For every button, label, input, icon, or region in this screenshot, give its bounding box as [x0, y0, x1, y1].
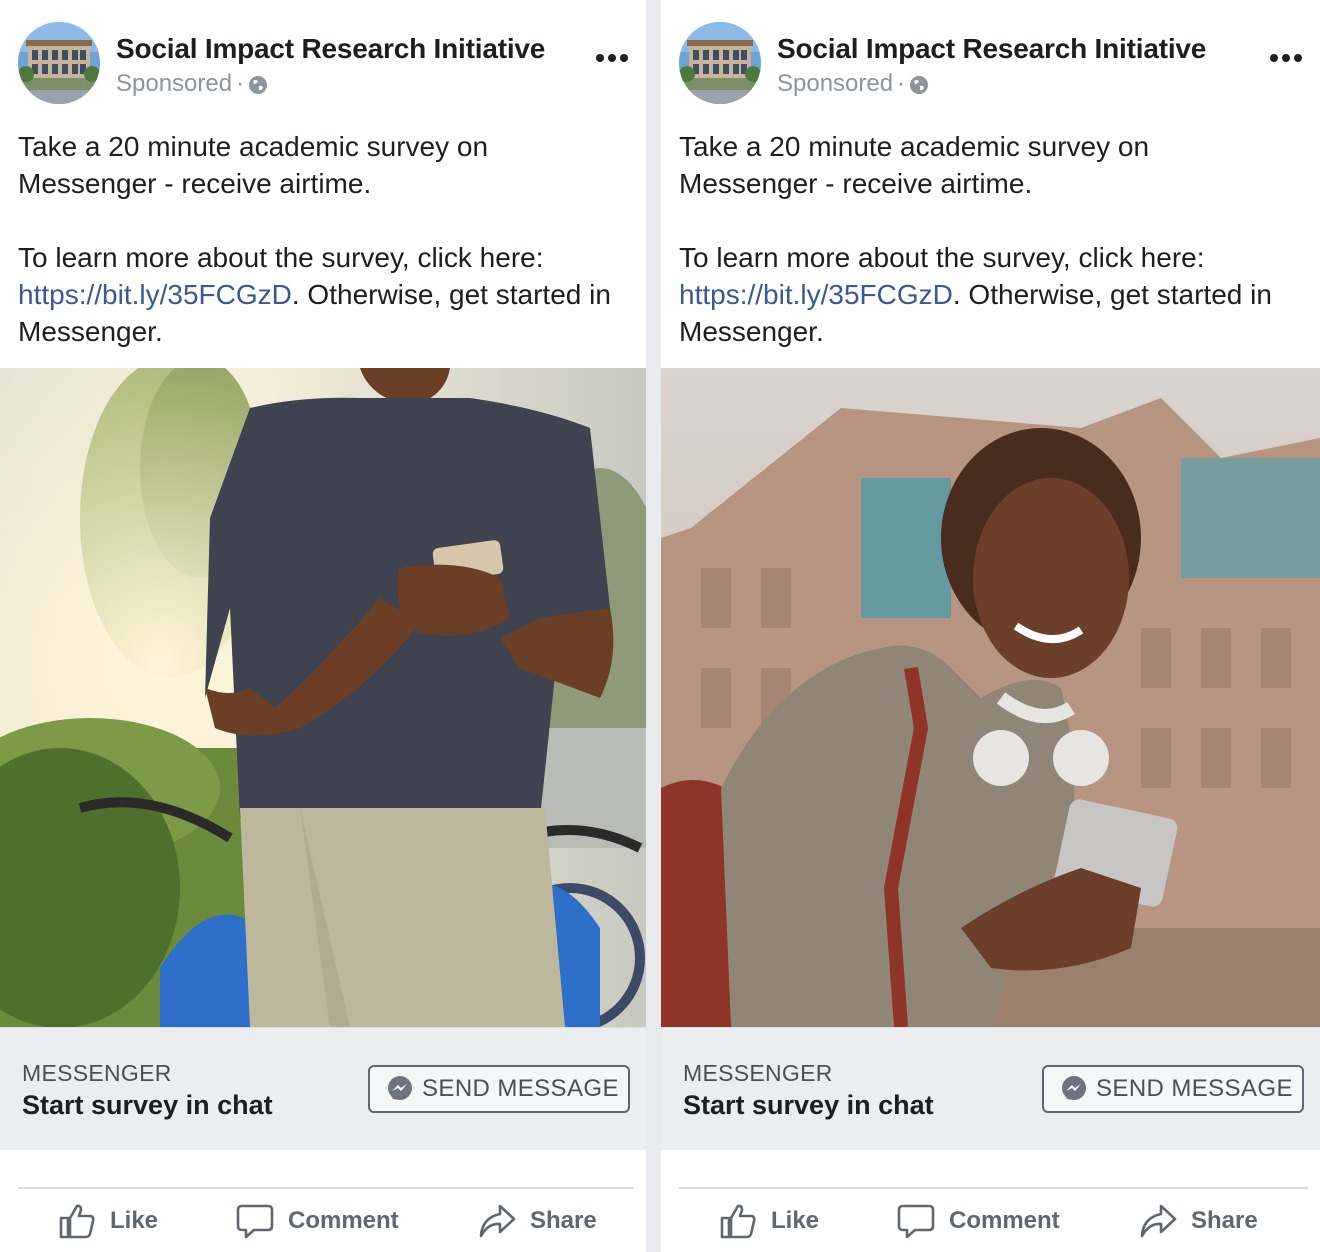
share-button[interactable]: Share — [478, 1202, 597, 1240]
cta-headline[interactable]: Start survey in chat — [22, 1090, 273, 1121]
meta-separator: · — [897, 70, 906, 97]
like-icon — [720, 1204, 756, 1239]
body-line: To learn more about the survey, click he… — [679, 242, 1205, 273]
action-divider — [18, 1187, 634, 1189]
post-meta: Sponsored · — [116, 70, 268, 98]
like-icon — [59, 1204, 95, 1239]
share-icon — [479, 1204, 516, 1238]
sponsored-label[interactable]: Sponsored — [116, 70, 232, 98]
comment-button[interactable]: Comment — [236, 1202, 399, 1240]
avatar-building-icon — [18, 22, 100, 104]
like-label: Like — [110, 1207, 159, 1234]
like-button[interactable]: Like — [719, 1202, 819, 1240]
post-meta: Sponsored · — [777, 70, 929, 98]
share-label: Share — [530, 1207, 597, 1234]
body-line: Messenger. — [679, 316, 824, 347]
share-icon — [1140, 1204, 1177, 1238]
globe-icon — [910, 76, 929, 94]
body-line: To learn more about the survey, click he… — [18, 242, 544, 273]
messenger-icon — [1062, 1076, 1086, 1100]
body-line-with-link: https://bit.ly/35FCGzD. Otherwise, get s… — [18, 276, 634, 313]
send-message-label: SEND MESSAGE — [1096, 1075, 1293, 1102]
action-bar: Like Comment Share — [0, 1198, 646, 1248]
post-body: Take a 20 minute academic survey on Mess… — [18, 128, 634, 350]
body-text-after-link: . Otherwise, get started in — [952, 279, 1272, 310]
action-bar: Like Comment Share — [661, 1198, 1320, 1248]
action-divider — [679, 1187, 1308, 1189]
comment-label: Comment — [288, 1207, 399, 1234]
survey-link[interactable]: https://bit.ly/35FCGzD — [18, 279, 292, 310]
comment-icon — [236, 1204, 274, 1239]
ad-image[interactable] — [661, 368, 1320, 1027]
share-button[interactable]: Share — [1139, 1202, 1258, 1240]
cta-source: MESSENGER — [683, 1060, 833, 1086]
more-options-icon[interactable] — [592, 44, 632, 72]
sponsored-label[interactable]: Sponsored — [777, 70, 893, 98]
body-line-with-link: https://bit.ly/35FCGzD. Otherwise, get s… — [679, 276, 1308, 313]
body-line: Messenger - receive airtime. — [679, 168, 1033, 199]
send-message-button[interactable]: SEND MESSAGE — [368, 1065, 630, 1113]
meta-separator: · — [236, 70, 245, 97]
like-button[interactable]: Like — [58, 1202, 158, 1240]
messenger-icon — [388, 1076, 412, 1100]
cta-source: MESSENGER — [22, 1060, 172, 1086]
send-message-button[interactable]: SEND MESSAGE — [1042, 1065, 1304, 1113]
avatar-building-icon — [679, 22, 761, 104]
sponsored-post: Social Impact Research Initiative Sponso… — [661, 0, 1320, 1252]
body-text-after-link: . Otherwise, get started in — [291, 279, 611, 310]
feed-gutter — [646, 0, 661, 1252]
send-message-label: SEND MESSAGE — [422, 1075, 619, 1102]
page-avatar[interactable] — [679, 22, 761, 104]
woman-with-phone-image — [661, 368, 1320, 1027]
share-label: Share — [1191, 1207, 1258, 1234]
post-body: Take a 20 minute academic survey on Mess… — [679, 128, 1308, 350]
page-name[interactable]: Social Impact Research Initiative — [777, 33, 1206, 65]
comment-button[interactable]: Comment — [897, 1202, 1060, 1240]
comment-label: Comment — [949, 1207, 1060, 1234]
cta-bar: MESSENGER Start survey in chat SEND MESS… — [661, 1027, 1320, 1150]
more-options-icon[interactable] — [1266, 44, 1306, 72]
comment-icon — [897, 1204, 935, 1239]
like-label: Like — [771, 1207, 820, 1234]
cta-headline[interactable]: Start survey in chat — [683, 1090, 934, 1121]
page-avatar[interactable] — [18, 22, 100, 104]
body-line: Take a 20 minute academic survey on — [18, 131, 489, 162]
cta-bar: MESSENGER Start survey in chat SEND MESS… — [0, 1027, 646, 1150]
body-line: Messenger. — [18, 316, 163, 347]
body-line: Take a 20 minute academic survey on — [679, 131, 1150, 162]
man-with-phone-image — [0, 368, 646, 1027]
ad-image[interactable] — [0, 368, 646, 1027]
globe-icon — [249, 76, 268, 94]
survey-link[interactable]: https://bit.ly/35FCGzD — [679, 279, 953, 310]
page-name[interactable]: Social Impact Research Initiative — [116, 33, 545, 65]
sponsored-post: Social Impact Research Initiative Sponso… — [0, 0, 646, 1252]
body-line: Messenger - receive airtime. — [18, 168, 372, 199]
